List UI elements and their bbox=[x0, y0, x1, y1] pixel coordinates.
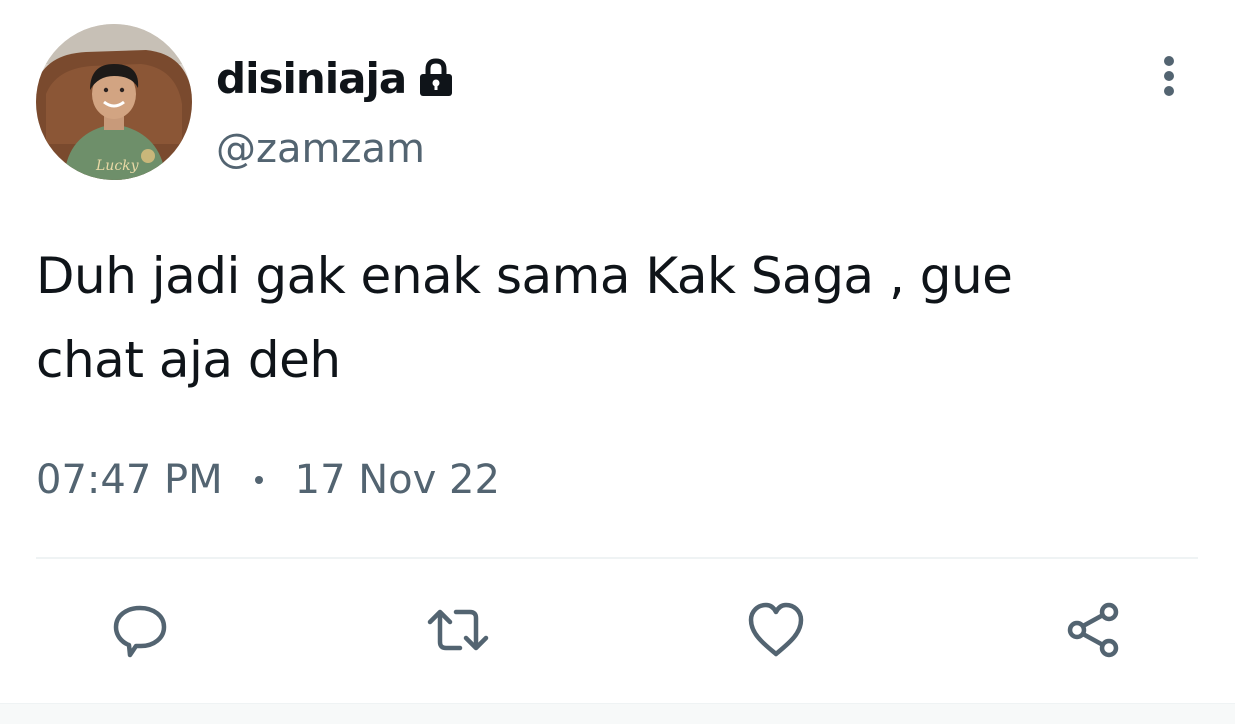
more-vertical-icon bbox=[1164, 56, 1174, 96]
share-icon bbox=[1067, 602, 1119, 658]
divider bbox=[36, 557, 1198, 559]
reply-icon bbox=[113, 605, 167, 658]
display-name[interactable]: disiniaja bbox=[216, 54, 407, 103]
heart-icon bbox=[748, 602, 804, 657]
tweet-text: Duh jadi gak enak sama Kak Saga , gue ch… bbox=[36, 234, 1186, 402]
lock-icon bbox=[416, 57, 456, 99]
tweet-text-line: Duh jadi gak enak sama Kak Saga , gue bbox=[36, 247, 1013, 305]
meta-separator-dot bbox=[254, 476, 263, 484]
reply-button[interactable] bbox=[108, 598, 172, 662]
tweet-time[interactable]: 07:47 PM bbox=[36, 457, 223, 503]
tweet-card: Lucky disiniaja @zamzam Duh jadi gak ena… bbox=[0, 0, 1235, 724]
user-handle[interactable]: @zamzam bbox=[216, 126, 425, 172]
tweet-date[interactable]: 17 Nov 22 bbox=[295, 457, 500, 503]
avatar[interactable]: Lucky bbox=[36, 24, 192, 180]
tweet-text-line: chat aja deh bbox=[36, 331, 341, 389]
retweet-icon bbox=[427, 609, 489, 651]
user-name-row: disiniaja bbox=[216, 50, 456, 106]
tweet-meta: 07:47 PM 17 Nov 22 bbox=[36, 452, 500, 508]
avatar-image: Lucky bbox=[36, 24, 192, 180]
avatar-shirt-text: Lucky bbox=[95, 158, 140, 174]
share-button[interactable] bbox=[1062, 598, 1126, 662]
like-button[interactable] bbox=[744, 598, 808, 662]
retweet-button[interactable] bbox=[426, 598, 490, 662]
more-options-button[interactable] bbox=[1146, 52, 1192, 100]
bottom-divider bbox=[0, 703, 1235, 724]
